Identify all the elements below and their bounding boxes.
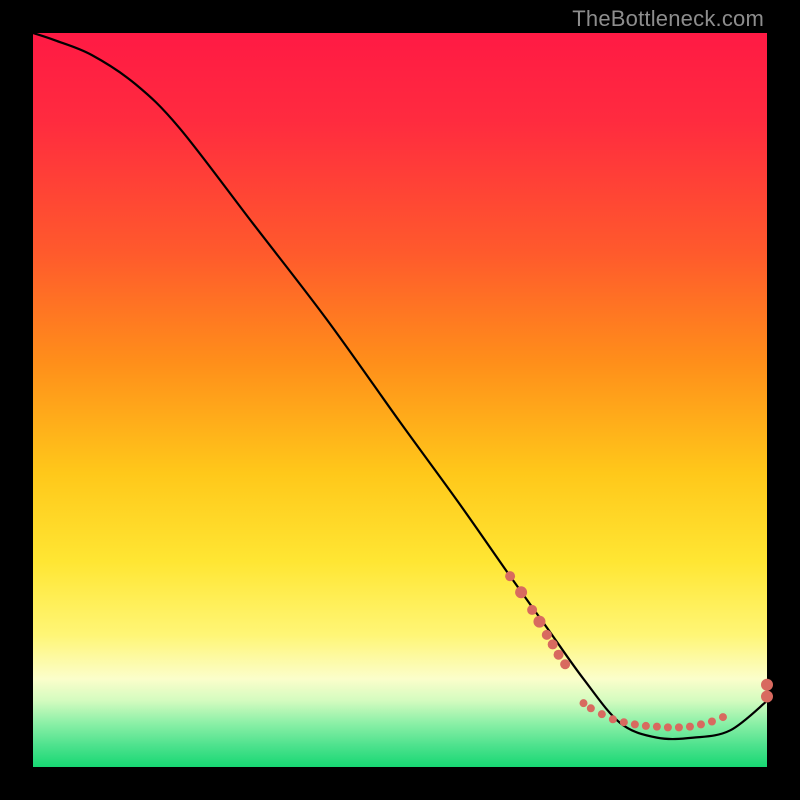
scatter-point — [527, 605, 537, 615]
scatter-point — [664, 723, 672, 731]
scatter-point — [560, 659, 570, 669]
bottleneck-curve — [33, 33, 767, 739]
scatter-point — [505, 571, 515, 581]
scatter-point — [587, 704, 595, 712]
scatter-point — [580, 699, 588, 707]
scatter-point — [631, 720, 639, 728]
watermark-text: TheBottleneck.com — [572, 6, 764, 32]
scatter-point — [686, 723, 694, 731]
scatter-point — [708, 717, 716, 725]
scatter-point — [697, 720, 705, 728]
scatter-point — [548, 639, 558, 649]
chart-stage: TheBottleneck.com — [0, 0, 800, 800]
scatter-point — [642, 722, 650, 730]
scatter-point — [653, 723, 661, 731]
scatter-point — [609, 715, 617, 723]
scatter-point — [542, 630, 552, 640]
scatter-point — [761, 679, 773, 691]
scatter-point — [620, 718, 628, 726]
scatter-point — [719, 713, 727, 721]
scatter-point — [515, 586, 527, 598]
chart-svg — [33, 33, 767, 767]
scatter-point — [533, 616, 545, 628]
scatter-point — [554, 650, 564, 660]
scatter-point — [598, 710, 606, 718]
scatter-point — [761, 691, 773, 703]
scatter-points — [505, 571, 773, 731]
plot-area — [33, 33, 767, 767]
scatter-point — [675, 723, 683, 731]
